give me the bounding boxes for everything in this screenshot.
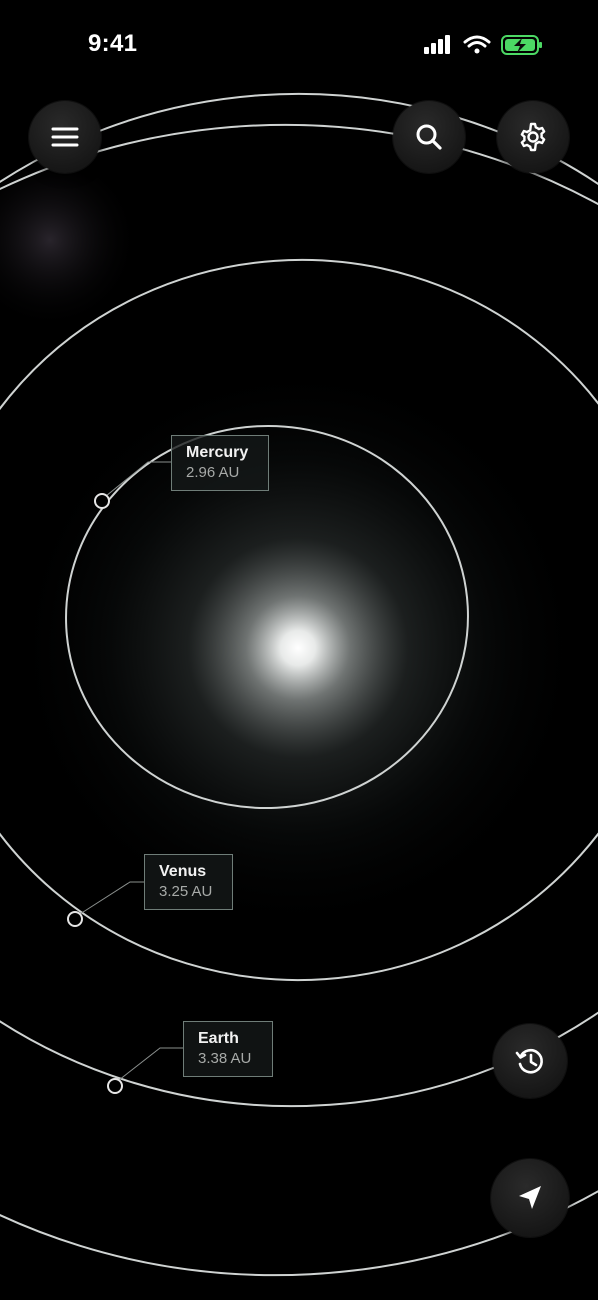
status-icons	[420, 32, 546, 58]
planet-distance: 3.38 AU	[198, 1050, 252, 1067]
planet-name: Earth	[198, 1030, 239, 1047]
cellular-signal-icon	[424, 35, 450, 54]
location-arrow-icon	[519, 1186, 541, 1209]
planet-name: Venus	[159, 863, 207, 880]
planet-marker-mercury[interactable]	[94, 493, 110, 509]
planet-label-venus[interactable]: Venus 3.25 AU	[144, 854, 233, 910]
planet-distance: 2.96 AU	[186, 464, 240, 481]
history-button[interactable]	[493, 1024, 567, 1098]
planet-marker-earth[interactable]	[107, 1078, 123, 1094]
locate-button[interactable]	[491, 1159, 569, 1237]
planet-label-mercury[interactable]: Mercury 2.96 AU	[171, 435, 269, 491]
planet-label-earth[interactable]: Earth 3.38 AU	[183, 1021, 273, 1077]
search-button[interactable]	[393, 101, 465, 173]
planet-marker-venus[interactable]	[67, 911, 83, 927]
history-icon	[515, 1048, 543, 1074]
settings-button[interactable]	[497, 101, 569, 173]
nebula-background	[0, 140, 180, 360]
menu-button[interactable]	[29, 101, 101, 173]
wifi-icon	[463, 35, 491, 54]
battery-charging-icon	[501, 35, 542, 55]
planet-name: Mercury	[186, 444, 249, 461]
sun[interactable]	[0, 348, 598, 948]
hamburger-menu-icon	[51, 127, 79, 147]
status-time: 9:41	[88, 30, 138, 57]
search-icon	[416, 124, 442, 150]
planet-distance: 3.25 AU	[159, 883, 213, 900]
status-bar: 9:41	[0, 0, 598, 88]
gear-icon	[520, 122, 546, 152]
solar-system-view[interactable]	[0, 0, 598, 1300]
